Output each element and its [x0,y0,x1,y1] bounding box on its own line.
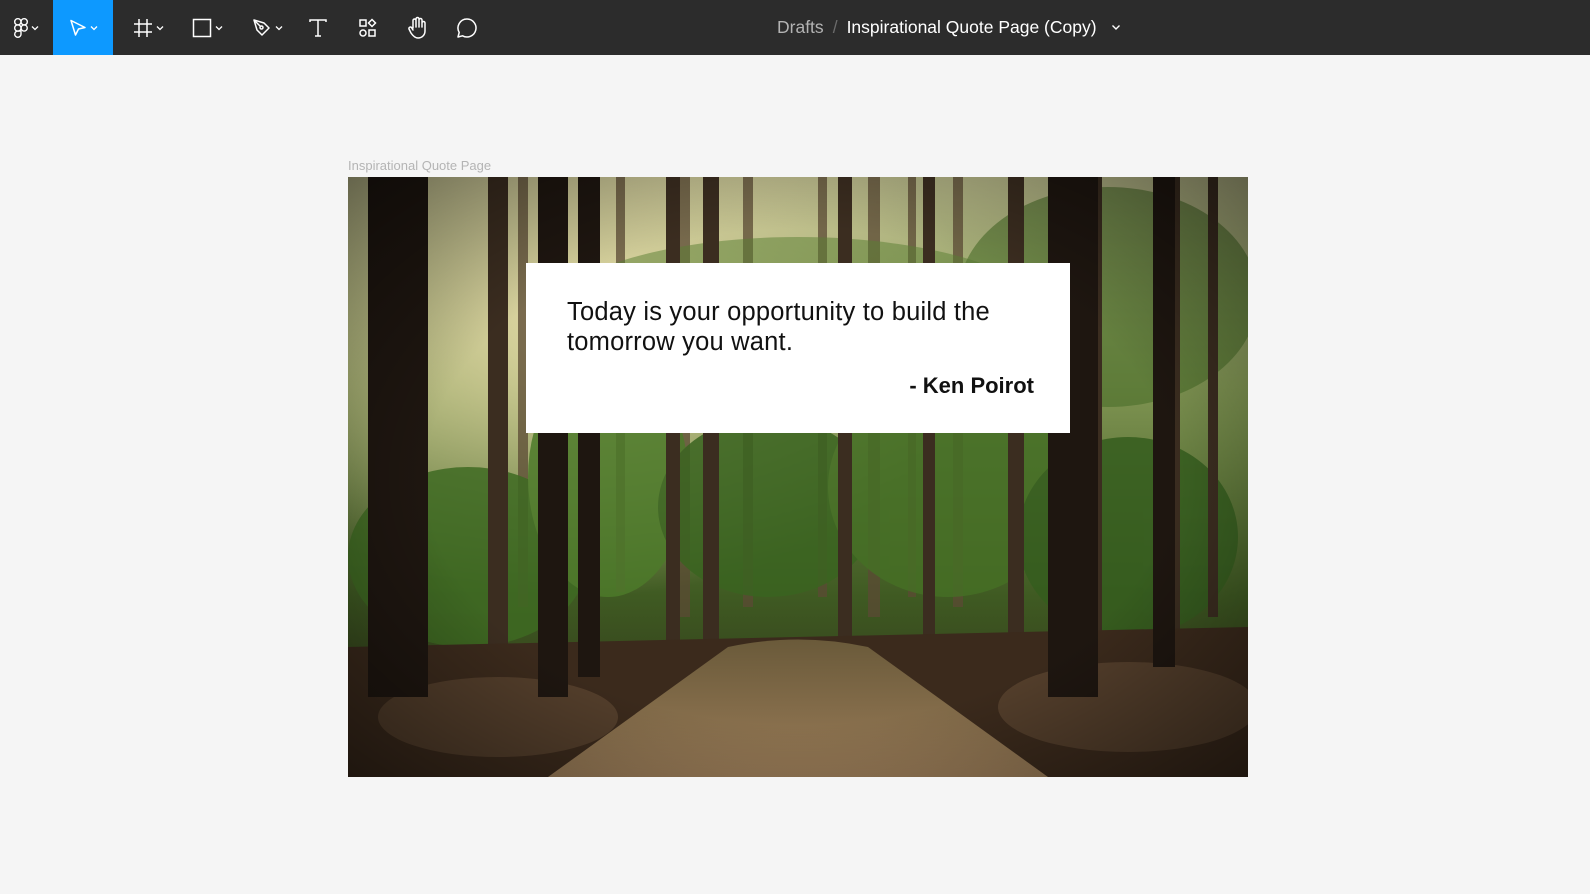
pen-icon [252,18,272,38]
pen-tool-button[interactable] [243,0,291,55]
text-tool-button[interactable] [300,0,336,55]
figma-logo-icon [13,17,28,38]
hand-tool-button[interactable] [400,0,436,55]
frame-tool-button[interactable] [124,0,172,55]
resources-tool-button[interactable] [350,0,386,55]
chevron-down-icon [215,25,223,31]
breadcrumb-drafts-link[interactable]: Drafts [777,17,824,38]
frame-hash-icon [133,18,153,38]
chevron-down-icon [31,25,39,31]
chevron-down-icon [275,25,283,31]
toolbar: Drafts / Inspirational Quote Page (Copy) [0,0,1590,55]
quote-page-frame[interactable]: Today is your opportunity to build the t… [348,177,1248,777]
move-tool-button[interactable] [53,0,113,55]
chevron-down-icon [90,25,98,31]
text-icon [308,18,328,38]
main-menu-button[interactable] [0,0,52,55]
quote-card[interactable]: Today is your opportunity to build the t… [526,263,1070,433]
comment-icon [456,17,478,39]
shape-tool-button[interactable] [183,0,231,55]
components-icon [358,17,378,38]
quote-author[interactable]: - Ken Poirot [909,373,1034,399]
file-name-title[interactable]: Inspirational Quote Page (Copy) [847,17,1097,38]
breadcrumb-separator: / [832,17,838,37]
quote-text[interactable]: Today is your opportunity to build the t… [567,297,1027,357]
comment-tool-button[interactable] [449,0,485,55]
chevron-down-icon [156,25,164,31]
rectangle-icon [192,18,212,38]
chevron-down-icon[interactable] [1111,24,1121,31]
frame-label[interactable]: Inspirational Quote Page [348,158,491,173]
cursor-arrow-icon [69,19,87,37]
breadcrumb: Drafts / Inspirational Quote Page (Copy) [777,0,1121,55]
hand-icon [407,16,429,40]
